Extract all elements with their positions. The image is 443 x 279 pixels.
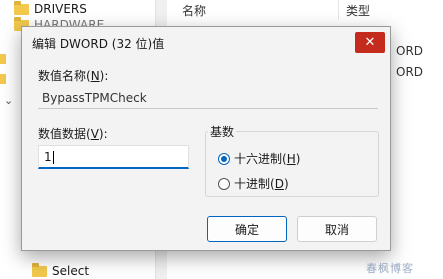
watermark: 春枫博客 bbox=[366, 262, 414, 275]
chevron-down-icon[interactable]: ⌄ bbox=[4, 94, 13, 107]
folder-icon bbox=[0, 54, 6, 64]
value-name-label: 数值名称(N): bbox=[38, 69, 109, 83]
value-type-cell: ORD bbox=[396, 65, 424, 79]
tree-item-select[interactable]: Select bbox=[32, 262, 89, 279]
tree-item-label: DRIVERS bbox=[34, 2, 87, 16]
column-divider[interactable] bbox=[338, 0, 339, 20]
radio-selected-icon bbox=[218, 152, 230, 165]
column-header-name[interactable]: 名称 bbox=[182, 2, 206, 19]
value-name-field: BypassTPMCheck bbox=[38, 86, 378, 109]
ok-button[interactable]: 确定 bbox=[207, 216, 287, 242]
base-label: 基数 bbox=[208, 123, 237, 140]
close-icon: ✕ bbox=[364, 35, 376, 50]
folder-icon bbox=[14, 0, 29, 15]
tree-item-label: Select bbox=[52, 264, 90, 278]
text-caret bbox=[52, 151, 54, 164]
radio-unselected-icon bbox=[218, 177, 230, 190]
folder-icon bbox=[32, 262, 47, 277]
dialog-title: 编辑 DWORD (32 位)值 bbox=[32, 37, 165, 51]
close-button[interactable]: ✕ bbox=[355, 32, 385, 53]
radio-hexadecimal[interactable]: 十六进制(H) bbox=[218, 150, 300, 167]
radio-decimal[interactable]: 十进制(D) bbox=[218, 175, 289, 192]
cancel-button[interactable]: 取消 bbox=[297, 216, 377, 242]
column-header-type[interactable]: 类型 bbox=[346, 2, 370, 19]
value-data-input[interactable]: 1 bbox=[38, 145, 189, 169]
folder-icon bbox=[0, 74, 6, 84]
value-type-cell: ORD bbox=[396, 44, 424, 58]
edit-dword-dialog: 编辑 DWORD (32 位)值 ✕ 数值名称(N): BypassTPMChe… bbox=[21, 26, 391, 251]
value-data-label: 数值数据(V): bbox=[38, 127, 108, 141]
